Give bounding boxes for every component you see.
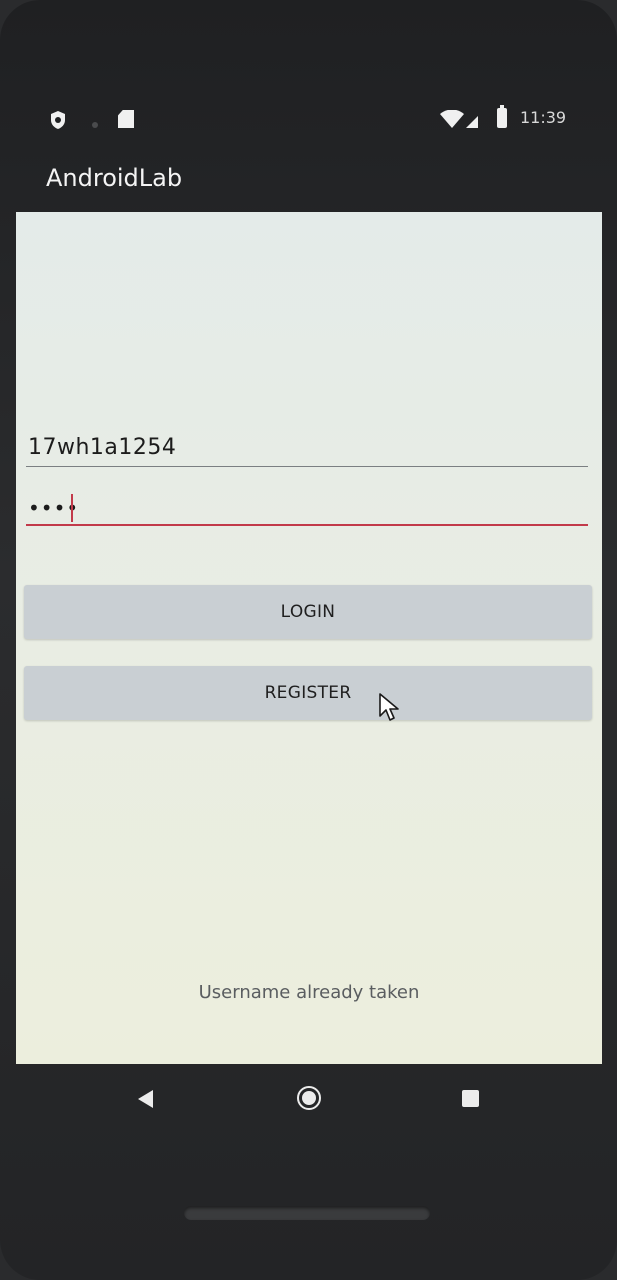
toast-message: Username already taken — [198, 982, 420, 1003]
recents-icon[interactable] — [462, 1090, 479, 1107]
login-button[interactable]: LOGIN — [24, 585, 592, 639]
phone-frame: 11:39 AndroidLab 17wh1a1254 •••• LOGIN R… — [0, 0, 617, 1280]
wifi-icon — [440, 110, 464, 128]
sd-card-icon — [118, 110, 134, 128]
signal-icon — [466, 116, 478, 128]
mouse-pointer-icon — [379, 693, 399, 721]
battery-icon — [497, 105, 507, 128]
register-button[interactable]: REGISTER — [24, 666, 592, 720]
speaker-grille — [184, 1206, 430, 1220]
main-content: 17wh1a1254 •••• LOGIN REGISTER Username … — [16, 212, 602, 1064]
app-title: AndroidLab — [46, 164, 183, 192]
password-field[interactable]: •••• — [26, 482, 588, 526]
shield-icon — [51, 111, 65, 129]
back-icon[interactable] — [138, 1090, 153, 1108]
text-caret — [71, 494, 73, 522]
home-icon[interactable] — [297, 1086, 321, 1110]
username-field[interactable]: 17wh1a1254 — [26, 424, 588, 467]
status-bar: 11:39 — [0, 96, 617, 146]
notification-dot-icon — [92, 122, 98, 128]
username-value: 17wh1a1254 — [28, 435, 177, 460]
status-time: 11:39 — [520, 108, 567, 127]
